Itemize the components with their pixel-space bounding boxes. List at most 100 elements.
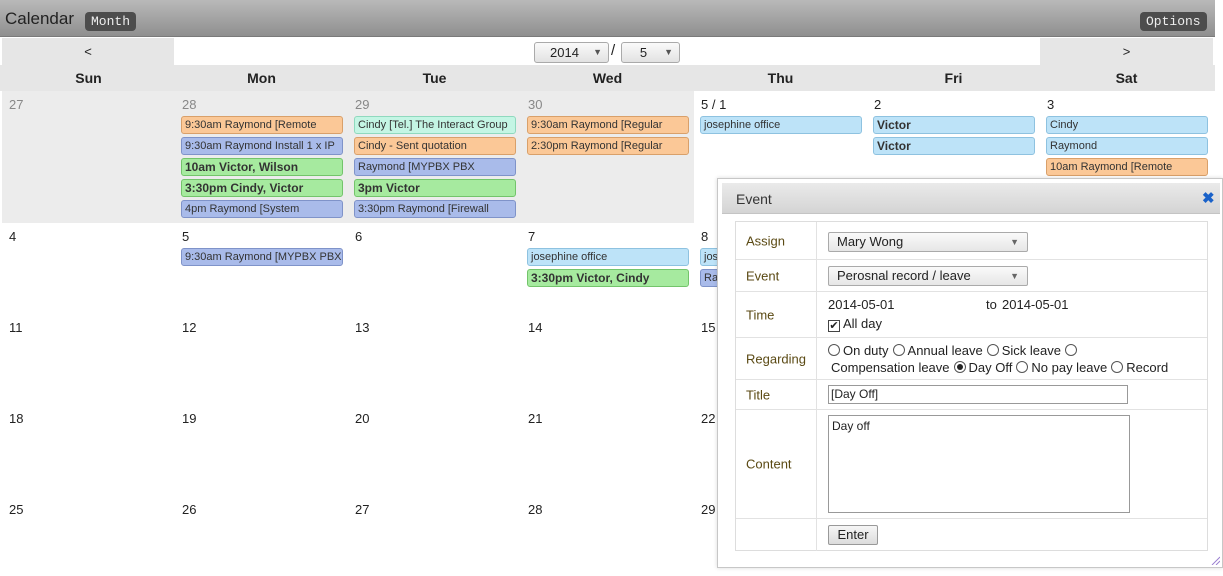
time-row: Time 2014-05-01 to 2014-05-01 ✔ All day [736,292,1207,338]
day-cell[interactable]: 28 [521,496,694,576]
day-cell[interactable]: 25 [2,496,175,576]
year-select[interactable]: 2014 ▼ [534,42,609,63]
day-cell[interactable]: 13 [348,314,521,405]
day-cell[interactable]: 21 [521,405,694,496]
day-cell[interactable]: 12 [175,314,348,405]
calendar-event[interactable]: Raymond [1046,137,1208,155]
radio-icon [1064,344,1077,356]
time-label: Time [736,292,817,337]
regarding-option-label: Sick leave [1001,343,1061,358]
enter-button[interactable]: Enter [828,525,878,545]
date-separator: / [611,42,616,59]
month-navigation: < 2014 ▼ / 5 ▼ > [0,38,1215,65]
weekday-thu: Thu [767,70,794,86]
day-number: 2 [874,97,882,112]
day-cell[interactable]: 5 9:30am Raymond [MYPBX PBX [175,223,348,314]
calendar-event[interactable]: 3:30pm Cindy, Victor [181,179,343,197]
calendar-event[interactable]: Cindy [1046,116,1208,134]
calendar-event[interactable]: 3:30pm Victor, Cindy [527,269,689,287]
submit-label-spacer [736,519,817,551]
month-select[interactable]: 5 ▼ [621,42,680,63]
calendar-event[interactable]: josephine office [700,116,862,134]
event-type-select-value: Perosnal record / leave [837,268,971,283]
regarding-option-label: Compensation leave [831,360,950,375]
regarding-option[interactable]: Sick leave [986,343,1061,358]
weekday-header: Sun Mon Tue Wed Thu Fri Sat [0,65,1215,91]
day-number: 27 [9,97,24,112]
calendar-event[interactable]: Victor [873,116,1035,134]
calendar-event[interactable]: 9:30am Raymond [Remote [181,116,343,134]
assign-select-value: Mary Wong [837,234,904,249]
content-textarea[interactable]: Day off [828,415,1130,513]
day-number: 29 [701,502,716,517]
day-cell[interactable]: 28 9:30am Raymond [Remote 9:30am Raymond I… [175,91,348,223]
next-month-button[interactable]: > [1040,38,1213,65]
assign-label: Assign [736,222,817,259]
start-date-field[interactable]: 2014-05-01 [828,297,895,312]
dialog-header: Event ✖ [722,183,1220,214]
month-view-button[interactable]: Month [85,12,137,31]
day-cell[interactable]: 7 josephine office 3:30pm Victor, Cindy [521,223,694,314]
regarding-option[interactable]: No pay leave [1016,360,1107,375]
calendar-event[interactable]: 10am Victor, Wilson [181,158,343,176]
day-number: 4 [9,229,17,244]
day-number: 11 [9,320,23,335]
regarding-option[interactable] [1064,343,1080,358]
prev-month-button[interactable]: < [2,38,174,65]
day-number: 19 [182,411,197,426]
regarding-option[interactable]: On duty [828,343,889,358]
day-cell[interactable]: 19 [175,405,348,496]
end-date-field[interactable]: 2014-05-01 [1002,297,1069,312]
day-cell[interactable]: 11 [2,314,175,405]
day-cell[interactable]: 14 [521,314,694,405]
calendar-event[interactable]: 9:30am Raymond Install 1 x IP [181,137,343,155]
calendar-toolbar: Calendar Month Options [0,0,1215,37]
resize-handle-icon[interactable] [1210,555,1220,565]
month-select-value: 5 [639,45,648,60]
calendar-event[interactable]: Cindy [Tel.] The Interact Group [354,116,516,134]
calendar-event[interactable]: josephine office [527,248,689,266]
title-input[interactable]: [Day Off] [828,385,1128,404]
chevron-down-icon: ▼ [1010,271,1019,281]
calendar-event[interactable]: Cindy - Sent quotation [354,137,516,155]
options-button[interactable]: Options [1140,12,1207,31]
day-number: 28 [182,97,197,112]
title-label: Title [736,380,817,409]
calendar-event[interactable]: 4pm Raymond [System [181,200,343,218]
regarding-option-label-wrap[interactable]: Compensation leave [831,360,950,375]
day-number: 12 [182,320,197,335]
all-day-checkbox[interactable]: ✔ All day [828,316,882,332]
content-row: Content Day off [736,410,1207,519]
page-title: Calendar [5,9,74,28]
weekday-tue: Tue [422,70,447,86]
day-cell[interactable]: 4 [2,223,175,314]
event-type-row: Event Perosnal record / leave ▼ [736,260,1207,292]
day-cell[interactable]: 20 [348,405,521,496]
assign-row: Assign Mary Wong ▼ [736,222,1207,260]
calendar-event[interactable]: Victor [873,137,1035,155]
day-cell[interactable]: 30 9:30am Raymond [Regular 2:30pm Raymond … [521,91,694,223]
regarding-option[interactable]: Day Off [953,360,1013,375]
calendar-event[interactable]: 9:30am Raymond [Regular [527,116,689,134]
day-cell[interactable]: 27 [348,496,521,576]
calendar-event[interactable]: 2:30pm Raymond [Regular [527,137,689,155]
calendar-event[interactable]: 3pm Victor [354,179,516,197]
weekday-wed: Wed [592,70,623,86]
event-type-select[interactable]: Perosnal record / leave ▼ [828,266,1028,286]
day-cell[interactable]: 29 Cindy [Tel.] The Interact Group Cindy -… [348,91,521,223]
day-cell[interactable]: 18 [2,405,175,496]
day-cell[interactable]: 27 [2,91,175,223]
radio-icon [892,344,905,356]
close-icon[interactable]: ✖ [1202,189,1215,207]
calendar-event[interactable]: 10am Raymond [Remote [1046,158,1208,176]
regarding-option[interactable]: Annual leave [892,343,983,358]
day-cell[interactable]: 6 [348,223,521,314]
day-cell[interactable]: 26 [175,496,348,576]
assign-select[interactable]: Mary Wong ▼ [828,232,1028,252]
content-label: Content [736,410,817,518]
regarding-option-label: Day Off [968,360,1013,375]
calendar-event[interactable]: 9:30am Raymond [MYPBX PBX [181,248,343,266]
regarding-option[interactable]: Record [1111,360,1168,375]
calendar-event[interactable]: Raymond [MYPBX PBX [354,158,516,176]
calendar-event[interactable]: 3:30pm Raymond [Firewall [354,200,516,218]
